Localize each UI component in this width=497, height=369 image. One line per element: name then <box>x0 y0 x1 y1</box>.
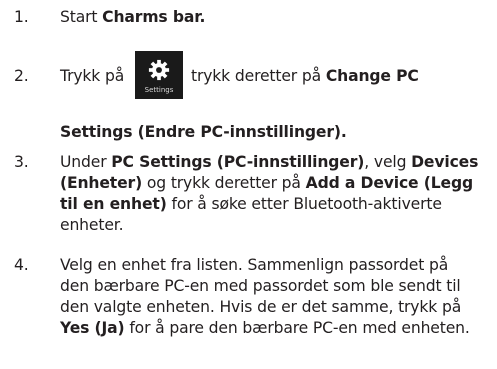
step-text: Under PC Settings (PC-innstillinger), ve… <box>60 153 479 234</box>
instruction-page: 1. Start Charms bar. 2. Trykk på Setting… <box>0 0 497 369</box>
step-number: 3. <box>14 153 29 171</box>
step-number: 2. <box>14 67 29 85</box>
step-number: 4. <box>14 256 29 274</box>
step-text: Velg en enhet fra listen. Sammenlign pas… <box>60 256 470 337</box>
step-text: Trykk på Settings trykk deretter på Chan… <box>60 51 493 141</box>
settings-gear-icon <box>148 59 170 81</box>
settings-tile: Settings <box>135 51 183 99</box>
step-number: 1. <box>14 8 29 26</box>
charms-bar-label: Charms bar. <box>102 8 206 26</box>
settings-caption: Settings <box>144 86 174 94</box>
step-text: Start Charms bar. <box>60 8 206 26</box>
